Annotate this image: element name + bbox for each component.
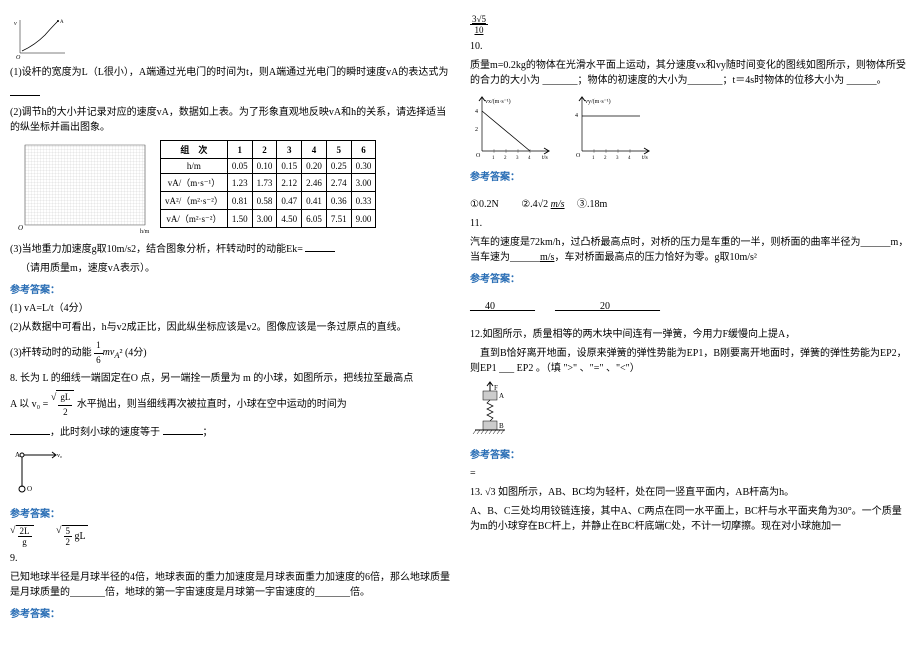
svg-text:vx/(m·s⁻¹): vx/(m·s⁻¹) xyxy=(485,98,511,105)
q12-text2: 直到B恰好离开地面，设原来弹簧的弹性势能为EP1，B刚要离开地面时，弹簧的弹性势… xyxy=(470,346,910,376)
q8-text4: ； xyxy=(203,427,213,438)
svg-text:1: 1 xyxy=(492,156,495,161)
svg-text:2: 2 xyxy=(475,127,478,133)
frac-top: 3√510 xyxy=(470,14,910,35)
q11-unit: m/s xyxy=(540,252,554,263)
spring-diagram: F A B xyxy=(470,381,910,441)
svg-text:B: B xyxy=(499,422,504,430)
a3-formula: 16 xyxy=(94,339,103,367)
a1: (1) vA=L/t（4分） xyxy=(10,301,450,316)
svg-text:v₀: v₀ xyxy=(57,453,62,459)
q13-text: 如图所示，AB、BC均为轻杆，处在同一竖直平面内，AB杆高为h。 xyxy=(498,487,794,498)
q8-text2: 水平抛出，则当细线再次被拉直时，小球在空中运动的时间为 xyxy=(77,399,347,410)
svg-text:A: A xyxy=(15,451,20,459)
q12-num: 12. xyxy=(470,329,483,340)
q13-text2: A、B、C三处均用铰链连接，其中A、C两点在同一水平面上，BC杆与水平面夹角为3… xyxy=(470,504,910,534)
ans-label-11: 参考答案： xyxy=(470,270,910,285)
a12: = xyxy=(470,466,910,481)
curve-diagram: v O A xyxy=(10,15,450,60)
svg-text:A: A xyxy=(60,20,64,25)
ans-label-10: 参考答案： xyxy=(470,168,910,183)
svg-text:O: O xyxy=(16,55,21,60)
q13-lead: √3 xyxy=(485,487,496,498)
a2: (2)从数据中可看出，h与v2成正比，因此纵坐标应该是v2。图像应该是一条过原点… xyxy=(10,320,450,335)
svg-text:3: 3 xyxy=(616,156,619,161)
a3-postfix: (4分) xyxy=(125,347,147,358)
svg-text:4: 4 xyxy=(475,109,478,115)
svg-text:4: 4 xyxy=(528,156,531,161)
q12-text: 如图所示，质量相等的两木块中间连有一弹簧，今用力F缓慢向上提A， xyxy=(483,329,796,340)
ans-label-9: 参考答案： xyxy=(10,605,450,620)
svg-text:4: 4 xyxy=(628,156,631,161)
q9-num: 9. xyxy=(10,551,450,566)
svg-text:t/s: t/s xyxy=(642,155,648,161)
q10-num: 10. xyxy=(470,39,910,54)
svg-text:3: 3 xyxy=(516,156,519,161)
q10-text: 质量m=0.2kg的物体在光滑水平面上运动，其分速度vx和vy随时间变化的图线如… xyxy=(470,58,910,88)
svg-text:2: 2 xyxy=(604,156,607,161)
ans-label-1: 参考答案： xyxy=(10,281,450,296)
a10: ①0.2N ②.4√2 m/s ③.18m xyxy=(470,197,910,212)
svg-text:O: O xyxy=(18,224,23,232)
a11-1: ___40________ xyxy=(470,301,535,312)
ans-formula-8: √2Lg √52 gL xyxy=(10,525,450,547)
q11-ms2: m/s² xyxy=(739,252,756,263)
q3-note: （请用质量m，速度vA表示）。 xyxy=(10,261,450,276)
q1-blank[interactable] xyxy=(10,84,40,96)
svg-text:1: 1 xyxy=(592,156,595,161)
q8-v0: A 以 xyxy=(10,399,29,410)
pendulum-diagram: A v₀ O xyxy=(10,445,450,500)
svg-text:2: 2 xyxy=(504,156,507,161)
q11-text3: ，车对桥面最高点的压力恰好为零。g取10 xyxy=(554,252,739,263)
ans-label-8: 参考答案： xyxy=(10,505,450,520)
svg-text:O: O xyxy=(27,485,32,493)
a3-prefix: (3)杆转动时的动能 xyxy=(10,347,92,358)
q2-text: (2)调节h的大小并记录对应的速度vA，数据如上表。为了形象直观地反映vA和h的… xyxy=(10,105,450,135)
svg-text:O: O xyxy=(576,153,581,159)
vx-vy-graphs: vx/(m·s⁻¹) O t/s 4 2 1 2 3 4 vy/(m·s⁻¹) O t… xyxy=(470,93,910,163)
q3-text: (3)当地重力加速度g取10m/s2，结合图象分析，杆转动时的动能Ek= xyxy=(10,244,303,255)
q1-text: (1)设杆的宽度为L（L很小），A端通过光电门的时间为t，则A端通过光电门的瞬时… xyxy=(10,65,450,80)
svg-text:t/s: t/s xyxy=(542,155,548,161)
q3-blank[interactable] xyxy=(305,240,335,252)
a11-2: _________20__________ xyxy=(555,301,660,312)
q8-text: 8. 长为 L 的细线一端固定在O 点，另一端拴一质量为 m 的小球，如图所示，… xyxy=(10,371,450,386)
svg-text:O: O xyxy=(476,153,481,159)
ans-label-12: 参考答案： xyxy=(470,446,910,461)
q11-speed: 72km/h xyxy=(530,237,561,248)
svg-text:h/m: h/m xyxy=(140,229,150,235)
q8-blank2[interactable] xyxy=(163,423,203,435)
data-table: 组 次123456 h/m0.050.100.150.200.250.30 vA… xyxy=(160,140,376,228)
q11-num: 11. xyxy=(470,216,910,231)
q8-blank1[interactable] xyxy=(10,423,50,435)
q8-formula1: v₀ = √gL2 xyxy=(32,399,75,410)
q9-text: 已知地球半径是月球半径的4倍，地球表面的重力加速度是月球表面重力加速度的6倍，那… xyxy=(10,570,450,600)
svg-text:vy/(m·s⁻¹): vy/(m·s⁻¹) xyxy=(585,98,611,105)
svg-text:4: 4 xyxy=(575,113,578,119)
grid-chart: O h/m xyxy=(10,140,150,235)
svg-text:A: A xyxy=(499,392,504,400)
q11-text: 汽车的速度是 xyxy=(470,237,530,248)
q13-num: 13. xyxy=(470,487,483,498)
q8-text3: ，此时刻小球的速度等于 xyxy=(50,427,160,438)
svg-text:v: v xyxy=(14,21,17,27)
